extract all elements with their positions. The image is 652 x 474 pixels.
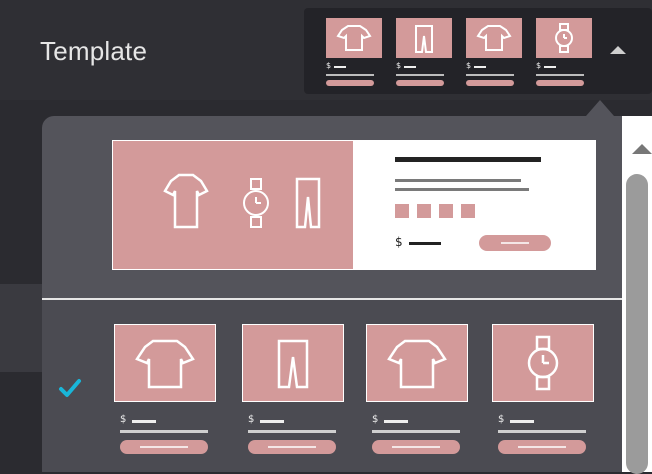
- preview-thumb[interactable]: $: [396, 18, 452, 88]
- template-title: Template: [40, 36, 148, 66]
- preview-price-line: [334, 66, 346, 68]
- template-preview-strip[interactable]: $ $ $ $: [304, 8, 652, 94]
- grid-price-line: [384, 420, 408, 423]
- grid-title-line: [120, 430, 208, 433]
- template-dropdown: $ $ $ $ $: [42, 116, 622, 472]
- tshirt-icon: [114, 324, 216, 402]
- watch-icon: [492, 324, 594, 402]
- hero-title-line: [395, 157, 541, 162]
- preview-title-line: [536, 74, 584, 76]
- checkmark-icon: [59, 379, 81, 397]
- hero-info-area: $: [353, 141, 595, 269]
- preview-thumb[interactable]: $: [536, 18, 592, 88]
- preview-title-line: [466, 74, 514, 76]
- preview-price-line: [544, 66, 556, 68]
- tshirt-icon: [466, 18, 522, 58]
- left-sidepanel: [0, 284, 42, 372]
- scroll-up-icon[interactable]: [632, 144, 652, 154]
- hero-swatch: [417, 204, 431, 218]
- grid-price-symbol: $: [120, 414, 127, 425]
- template-header: Template $ $ $ $: [0, 0, 652, 100]
- dropdown-scrollbar[interactable]: [622, 116, 652, 474]
- grid-price-symbol: $: [248, 414, 255, 425]
- pants-icon: [242, 324, 344, 402]
- grid-title-line: [372, 430, 460, 433]
- hero-image-area: [113, 141, 353, 269]
- pants-icon: [295, 177, 321, 229]
- preview-price-line: [474, 66, 486, 68]
- tshirt-icon: [326, 18, 382, 58]
- grid-price-line: [132, 420, 156, 423]
- hero-subtitle-line: [395, 188, 529, 191]
- grid-item: $: [114, 324, 216, 454]
- preview-title-line: [326, 74, 374, 76]
- hero-swatch: [461, 204, 475, 218]
- hero-price-symbol: $: [395, 235, 403, 249]
- chevron-up-icon[interactable]: [610, 46, 626, 54]
- hero-price-line: [409, 242, 441, 245]
- grid-price-line: [260, 420, 284, 423]
- grid-price-line: [510, 420, 534, 423]
- preview-title-line: [396, 74, 444, 76]
- preview-price-line: [404, 66, 416, 68]
- preview-price-symbol: $: [536, 61, 542, 70]
- hero-swatches: [395, 203, 483, 222]
- grid-title-line: [248, 430, 336, 433]
- tshirt-icon: [163, 173, 209, 229]
- watch-icon: [243, 178, 269, 228]
- preview-price-symbol: $: [466, 61, 472, 70]
- grid-button-line: [518, 446, 566, 448]
- scrollbar-thumb[interactable]: [626, 174, 648, 474]
- preview-button: [536, 80, 584, 86]
- hero-button-line: [501, 242, 529, 244]
- preview-button: [466, 80, 514, 86]
- grid-item: $: [492, 324, 594, 454]
- hero-swatch: [439, 204, 453, 218]
- grid-price-symbol: $: [498, 414, 505, 425]
- grid-button-line: [392, 446, 440, 448]
- watch-icon: [536, 18, 592, 58]
- dropdown-pointer: [586, 100, 614, 116]
- grid-item: $: [242, 324, 344, 454]
- preview-thumb[interactable]: $: [326, 18, 382, 88]
- grid-price-symbol: $: [372, 414, 379, 425]
- hero-swatch: [395, 204, 409, 218]
- preview-price-symbol: $: [326, 61, 332, 70]
- preview-button: [326, 80, 374, 86]
- preview-price-symbol: $: [396, 61, 402, 70]
- preview-thumb[interactable]: $: [466, 18, 522, 88]
- preview-button: [396, 80, 444, 86]
- hero-subtitle-line: [395, 179, 521, 182]
- tshirt-icon: [366, 324, 468, 402]
- layout-option-hero[interactable]: $: [112, 140, 596, 270]
- grid-title-line: [498, 430, 586, 433]
- grid-item: $: [366, 324, 468, 454]
- grid-button-line: [268, 446, 316, 448]
- pants-icon: [396, 18, 452, 58]
- grid-button-line: [140, 446, 188, 448]
